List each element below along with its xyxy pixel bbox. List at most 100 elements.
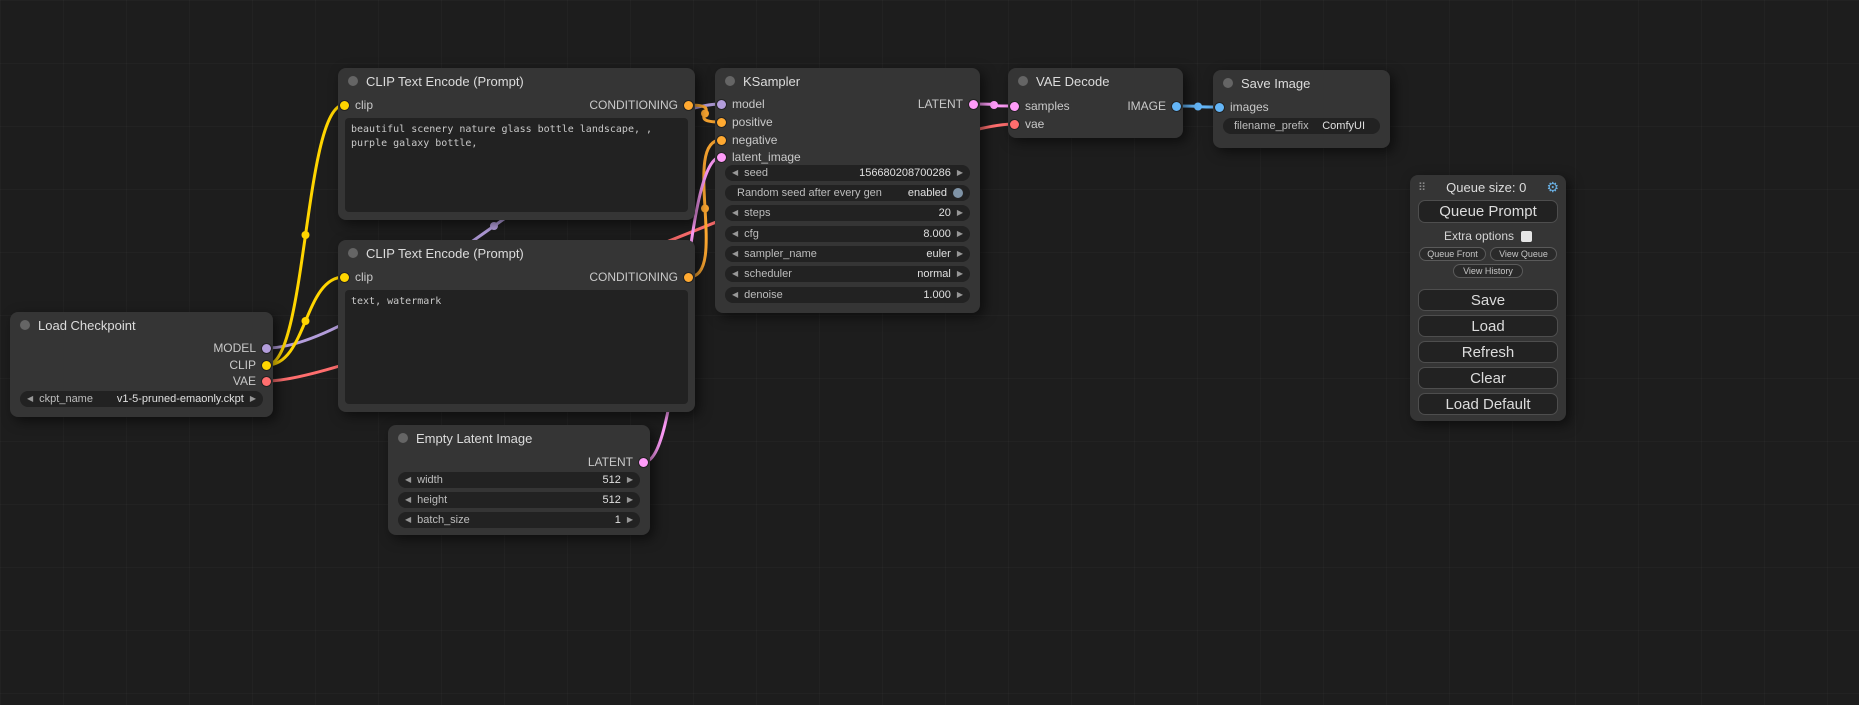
- conditioning-output-port[interactable]: [684, 101, 693, 110]
- output-slot-conditioning: CONDITIONING: [589, 98, 693, 112]
- height-widget[interactable]: ◀ height 512 ▶: [398, 492, 640, 508]
- decrement-icon[interactable]: ◀: [405, 496, 411, 504]
- cfg-widget[interactable]: ◀ cfg 8.000 ▶: [725, 226, 970, 242]
- increment-icon[interactable]: ▶: [957, 291, 963, 299]
- decrement-icon[interactable]: ◀: [732, 209, 738, 217]
- node-vae-decode[interactable]: VAE Decode samples vae IMAGE: [1008, 68, 1183, 138]
- negative-input-port[interactable]: [717, 136, 726, 145]
- clip-output-port[interactable]: [262, 361, 271, 370]
- view-history-button[interactable]: View History: [1453, 264, 1523, 278]
- collapse-dot-icon[interactable]: [1223, 78, 1233, 88]
- images-input-port[interactable]: [1215, 103, 1224, 112]
- widget-value: 1.000: [923, 289, 951, 301]
- node-title: Save Image: [1241, 76, 1310, 91]
- node-title-bar[interactable]: CLIP Text Encode (Prompt): [338, 68, 695, 94]
- node-empty-latent-image[interactable]: Empty Latent Image LATENT ◀ width 512 ▶ …: [388, 425, 650, 535]
- clip-input-port[interactable]: [340, 101, 349, 110]
- increment-icon[interactable]: ▶: [627, 476, 633, 484]
- collapse-dot-icon[interactable]: [1018, 76, 1028, 86]
- node-title: VAE Decode: [1036, 74, 1109, 89]
- next-value-icon[interactable]: ▶: [250, 395, 256, 403]
- node-ksampler[interactable]: KSampler model positive negative latent_…: [715, 68, 980, 313]
- clip-input-port[interactable]: [340, 273, 349, 282]
- latent-image-input-port[interactable]: [717, 153, 726, 162]
- slot-label: LATENT: [588, 455, 633, 469]
- latent-output-port[interactable]: [969, 100, 978, 109]
- latent-output-port[interactable]: [639, 458, 648, 467]
- node-clip-text-encode-positive[interactable]: CLIP Text Encode (Prompt) clip CONDITION…: [338, 68, 695, 220]
- prev-value-icon[interactable]: ◀: [732, 270, 738, 278]
- extra-options-checkbox[interactable]: [1521, 231, 1532, 242]
- increment-icon[interactable]: ▶: [627, 496, 633, 504]
- increment-icon[interactable]: ▶: [957, 209, 963, 217]
- output-slot-clip: CLIP: [229, 358, 271, 372]
- node-clip-text-encode-negative[interactable]: CLIP Text Encode (Prompt) clip CONDITION…: [338, 240, 695, 412]
- settings-gear-icon[interactable]: ⚙: [1546, 179, 1559, 196]
- prev-value-icon[interactable]: ◀: [732, 250, 738, 258]
- random-seed-widget[interactable]: Random seed after every gen enabled: [725, 185, 970, 201]
- widget-value: 512: [602, 494, 620, 506]
- batch-size-widget[interactable]: ◀ batch_size 1 ▶: [398, 512, 640, 528]
- prompt-textarea[interactable]: text, watermark: [345, 290, 688, 404]
- samples-input-port[interactable]: [1010, 102, 1019, 111]
- collapse-dot-icon[interactable]: [348, 248, 358, 258]
- queue-front-button[interactable]: Queue Front: [1419, 247, 1486, 261]
- node-save-image[interactable]: Save Image images filename_prefix ComfyU…: [1213, 70, 1390, 148]
- drag-handle-icon[interactable]: ⠿: [1418, 181, 1426, 194]
- vae-output-port[interactable]: [262, 377, 271, 386]
- collapse-dot-icon[interactable]: [20, 320, 30, 330]
- model-output-port[interactable]: [262, 344, 271, 353]
- refresh-button[interactable]: Refresh: [1418, 341, 1558, 363]
- queue-prompt-button[interactable]: Queue Prompt: [1418, 200, 1558, 223]
- ckpt-name-widget[interactable]: ◀ ckpt_name v1-5-pruned-emaonly.ckpt ▶: [20, 391, 263, 407]
- toggle-icon[interactable]: [953, 188, 963, 198]
- prompt-textarea[interactable]: beautiful scenery nature glass bottle la…: [345, 118, 688, 212]
- slot-label: latent_image: [732, 150, 801, 164]
- decrement-icon[interactable]: ◀: [405, 476, 411, 484]
- increment-icon[interactable]: ▶: [957, 169, 963, 177]
- node-title: CLIP Text Encode (Prompt): [366, 246, 524, 261]
- slot-label: CONDITIONING: [589, 270, 678, 284]
- node-title-bar[interactable]: Empty Latent Image: [388, 425, 650, 451]
- input-slot-negative: negative: [717, 133, 777, 147]
- increment-icon[interactable]: ▶: [627, 516, 633, 524]
- node-title-bar[interactable]: CLIP Text Encode (Prompt): [338, 240, 695, 266]
- width-widget[interactable]: ◀ width 512 ▶: [398, 472, 640, 488]
- collapse-dot-icon[interactable]: [725, 76, 735, 86]
- node-title-bar[interactable]: Save Image: [1213, 70, 1390, 96]
- node-title: CLIP Text Encode (Prompt): [366, 74, 524, 89]
- slot-label: CLIP: [229, 358, 256, 372]
- decrement-icon[interactable]: ◀: [732, 169, 738, 177]
- decrement-icon[interactable]: ◀: [732, 291, 738, 299]
- load-default-button[interactable]: Load Default: [1418, 393, 1558, 415]
- steps-widget[interactable]: ◀ steps 20 ▶: [725, 205, 970, 221]
- collapse-dot-icon[interactable]: [398, 433, 408, 443]
- next-value-icon[interactable]: ▶: [957, 250, 963, 258]
- seed-widget[interactable]: ◀ seed 156680208700286 ▶: [725, 165, 970, 181]
- conditioning-output-port[interactable]: [684, 273, 693, 282]
- collapse-dot-icon[interactable]: [348, 76, 358, 86]
- view-queue-button[interactable]: View Queue: [1490, 247, 1557, 261]
- prev-value-icon[interactable]: ◀: [27, 395, 33, 403]
- scheduler-widget[interactable]: ◀ scheduler normal ▶: [725, 266, 970, 282]
- next-value-icon[interactable]: ▶: [957, 270, 963, 278]
- sampler-name-widget[interactable]: ◀ sampler_name euler ▶: [725, 246, 970, 262]
- node-title: Load Checkpoint: [38, 318, 136, 333]
- decrement-icon[interactable]: ◀: [732, 230, 738, 238]
- filename-prefix-widget[interactable]: filename_prefix ComfyUI: [1223, 118, 1380, 134]
- image-output-port[interactable]: [1172, 102, 1181, 111]
- denoise-widget[interactable]: ◀ denoise 1.000 ▶: [725, 287, 970, 303]
- node-title-bar[interactable]: VAE Decode: [1008, 68, 1183, 94]
- decrement-icon[interactable]: ◀: [405, 516, 411, 524]
- node-load-checkpoint[interactable]: Load Checkpoint MODEL CLIP VAE ◀ ckpt_na…: [10, 312, 273, 417]
- positive-input-port[interactable]: [717, 118, 726, 127]
- node-title-bar[interactable]: KSampler: [715, 68, 980, 94]
- vae-input-port[interactable]: [1010, 120, 1019, 129]
- widget-value: enabled: [908, 187, 947, 199]
- node-title-bar[interactable]: Load Checkpoint: [10, 312, 273, 338]
- clear-button[interactable]: Clear: [1418, 367, 1558, 389]
- load-button[interactable]: Load: [1418, 315, 1558, 337]
- model-input-port[interactable]: [717, 100, 726, 109]
- increment-icon[interactable]: ▶: [957, 230, 963, 238]
- save-button[interactable]: Save: [1418, 289, 1558, 311]
